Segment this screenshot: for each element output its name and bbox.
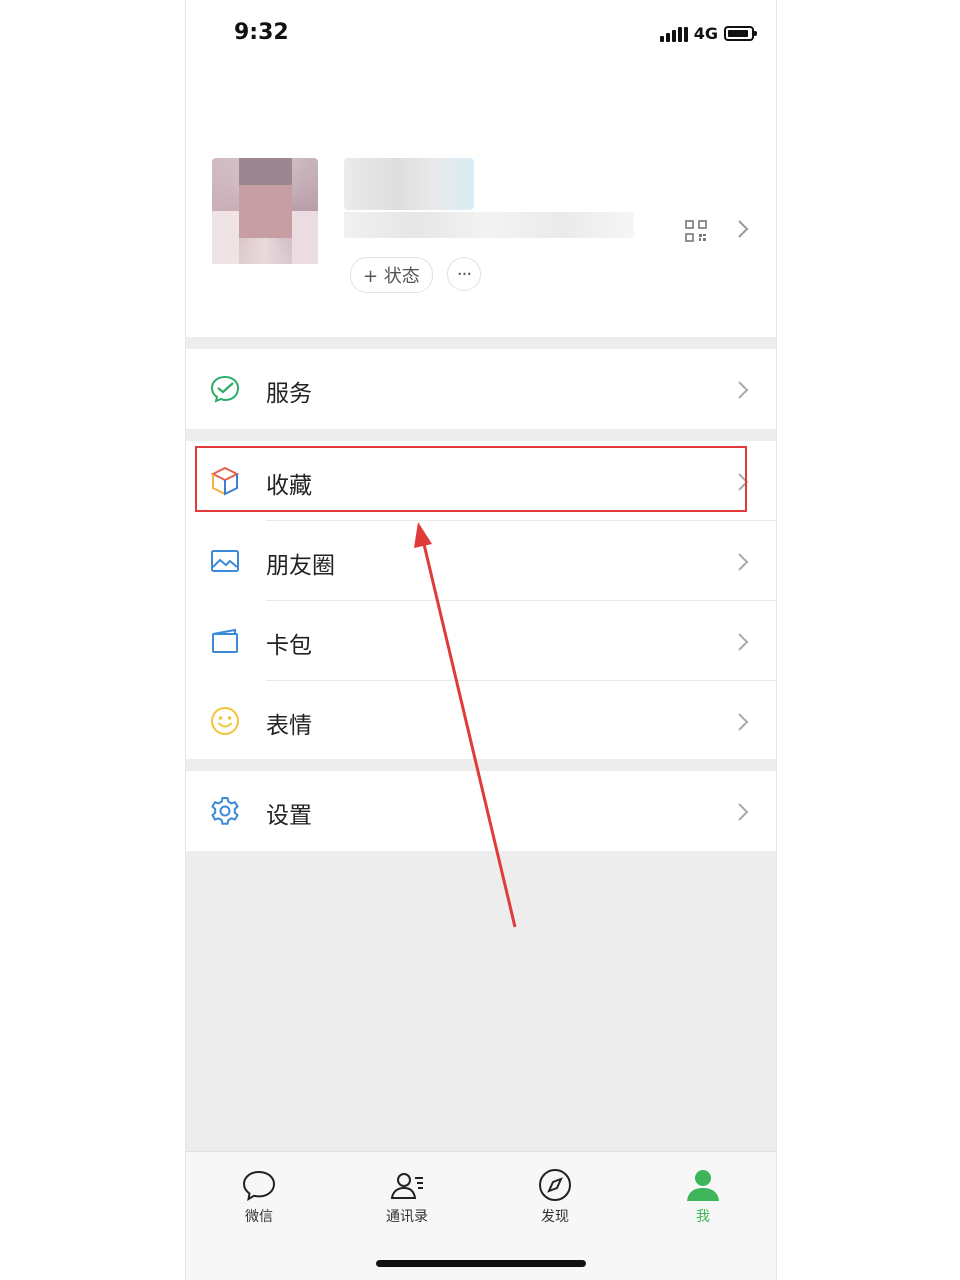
menu-label: 设置 (266, 803, 312, 829)
chevron-right-icon (738, 553, 749, 571)
menu-label: 表情 (266, 713, 312, 739)
annotation-highlight-box (195, 446, 747, 512)
menu-label: 服务 (266, 381, 312, 407)
add-status-label: + 状态 (363, 266, 420, 287)
menu-item-card-wallet[interactable]: 卡包 (186, 601, 776, 681)
menu-item-stickers[interactable]: 表情 (186, 681, 776, 761)
tab-label: 微信 (245, 1209, 273, 1225)
menu-label: 卡包 (266, 633, 312, 659)
network-type: 4G (693, 24, 718, 43)
avatar[interactable] (212, 158, 318, 264)
tab-contacts[interactable]: 通讯录 (367, 1166, 447, 1226)
status-time: 9:32 (234, 20, 289, 45)
status-indicators: 4G (659, 24, 757, 43)
gear-icon (211, 797, 239, 825)
tab-label: 发现 (541, 1209, 569, 1225)
contacts-icon (390, 1173, 423, 1199)
person-icon (687, 1170, 719, 1201)
phone-screen: 9:32 4G + 状态 ··· 服务 收藏 朋友圈 卡包 表情 设置 微信 通… (185, 0, 777, 1280)
group-separator (186, 337, 776, 349)
qr-code-icon[interactable] (684, 219, 708, 243)
more-options-button[interactable]: ··· (447, 257, 481, 291)
tab-label: 我 (696, 1209, 710, 1225)
group-separator (186, 759, 776, 771)
chevron-right-icon (738, 381, 749, 399)
chevron-right-icon (738, 633, 749, 651)
empty-area (186, 851, 776, 1151)
home-indicator[interactable] (376, 1260, 586, 1267)
chat-bubble-icon (242, 1170, 276, 1201)
tab-chats[interactable]: 微信 (219, 1166, 299, 1226)
add-status-button[interactable]: + 状态 (350, 257, 433, 293)
tab-discover[interactable]: 发现 (515, 1166, 595, 1226)
menu-item-services[interactable]: 服务 (186, 349, 776, 429)
wechat-pay-icon (210, 375, 240, 403)
smiley-icon (211, 707, 239, 735)
tab-me[interactable]: 我 (663, 1166, 743, 1226)
menu-item-settings[interactable]: 设置 (186, 771, 776, 851)
compass-icon (539, 1169, 571, 1201)
more-options-label: ··· (456, 263, 472, 285)
chevron-right-icon[interactable] (736, 217, 750, 241)
card-wallet-icon (212, 628, 238, 653)
moments-picture-icon (211, 550, 239, 572)
battery-icon (724, 26, 757, 41)
menu-item-moments[interactable]: 朋友圈 (186, 521, 776, 601)
tab-label: 通讯录 (386, 1209, 428, 1225)
chevron-right-icon (738, 803, 749, 821)
group-separator (186, 429, 776, 441)
signal-icon (659, 26, 688, 42)
chevron-right-icon (738, 713, 749, 731)
menu-label: 朋友圈 (266, 553, 335, 579)
profile-name-blurred (344, 158, 474, 210)
profile-id-blurred (344, 212, 634, 238)
